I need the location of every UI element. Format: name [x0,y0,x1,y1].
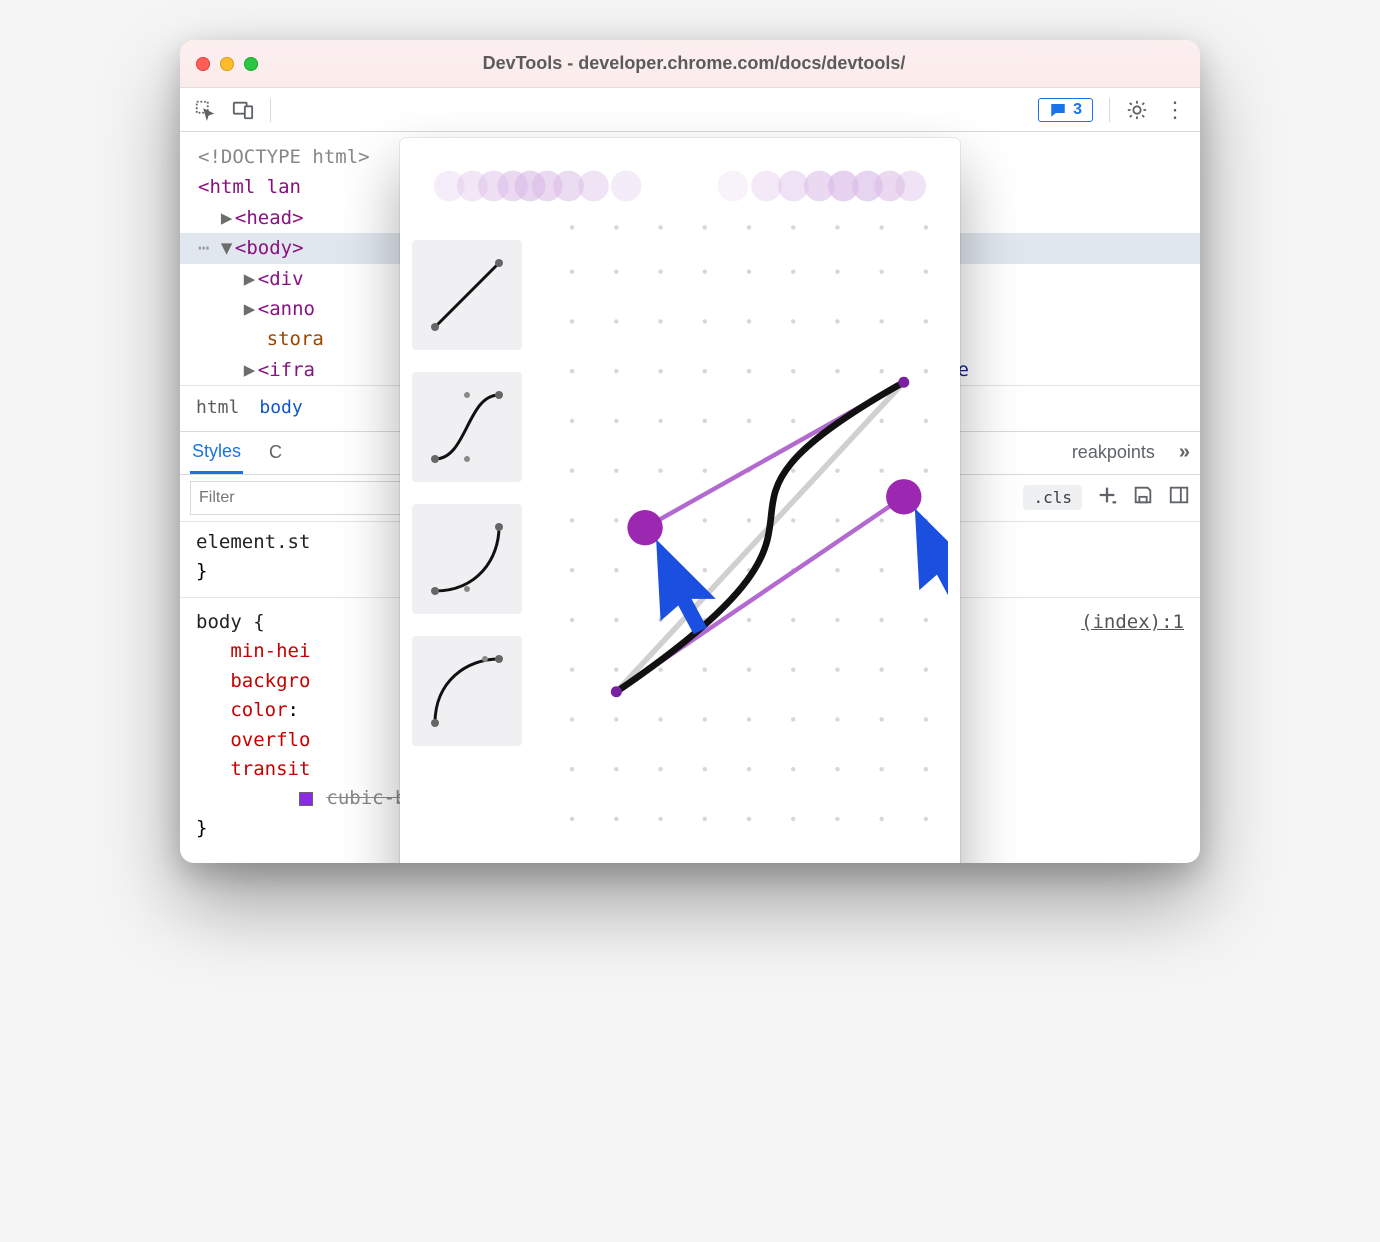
message-icon [1049,101,1067,119]
easing-preset-list [412,222,532,852]
cls-toggle[interactable]: .cls [1023,485,1082,510]
device-icon [232,99,254,121]
preset-ease-in-out[interactable] [412,372,522,482]
breadcrumb-body[interactable]: body [259,394,302,423]
tab-event-listeners-tail[interactable]: reakpoints [1072,442,1155,463]
prop-min-height[interactable]: min-hei [230,640,310,662]
window-close-button[interactable] [196,57,210,71]
more-menu-button[interactable]: ⋮ [1164,97,1186,123]
rule-source-link[interactable]: (index):1 [1081,608,1184,637]
more-tabs-button[interactable]: » [1179,441,1190,464]
devtools-toolbar: 3 ⋮ [180,88,1200,132]
prop-overflow[interactable]: overflo [230,729,310,751]
window-controls [196,57,258,71]
bezier-handle-p1[interactable] [886,479,921,514]
prop-background[interactable]: backgro [230,670,310,692]
plus-icon [1096,484,1118,506]
preset-linear[interactable] [412,240,522,350]
prop-color[interactable]: color [230,699,287,721]
panel-icon [1168,484,1190,506]
cursor-arrow-icon [915,508,948,603]
preset-ease-out[interactable] [412,636,522,746]
gear-icon [1126,99,1148,121]
inspect-icon [194,99,216,121]
tab-computed[interactable]: C [267,432,284,474]
prop-transition[interactable]: transit [230,758,310,780]
save-icon [1132,484,1154,506]
bezier-swatch-icon[interactable] [299,792,313,806]
preview-balls-icon [430,156,930,216]
new-style-rule-button[interactable] [1096,484,1118,511]
preset-ease-in[interactable] [412,504,522,614]
window-zoom-button[interactable] [244,57,258,71]
bezier-editor-popover: cubic-bezier(1, 0.63, 0.1, 0.53) [400,138,960,863]
toolbar-divider [1109,98,1110,122]
easing-preview-track [430,156,930,216]
save-styles-button[interactable] [1132,484,1154,511]
bezier-curve-canvas[interactable] [550,222,948,852]
bezier-value-label: cubic-bezier(1, 0.63, 0.1, 0.53) [412,852,948,863]
inspect-element-button[interactable] [194,99,216,121]
toggle-computed-sidebar-button[interactable] [1168,484,1190,511]
device-toggle-button[interactable] [232,99,254,121]
bezier-handle-p2[interactable] [627,510,662,545]
tab-styles[interactable]: Styles [190,432,243,474]
settings-button[interactable] [1126,99,1148,121]
styles-filter-input[interactable] [190,481,415,515]
breadcrumb-html[interactable]: html [196,394,239,423]
window-minimize-button[interactable] [220,57,234,71]
devtools-window: DevTools - developer.chrome.com/docs/dev… [180,40,1200,863]
toolbar-divider [270,98,271,122]
window-title: DevTools - developer.chrome.com/docs/dev… [258,53,1130,74]
issues-count: 3 [1073,101,1082,119]
issues-button[interactable]: 3 [1038,98,1093,122]
window-titlebar: DevTools - developer.chrome.com/docs/dev… [180,40,1200,88]
